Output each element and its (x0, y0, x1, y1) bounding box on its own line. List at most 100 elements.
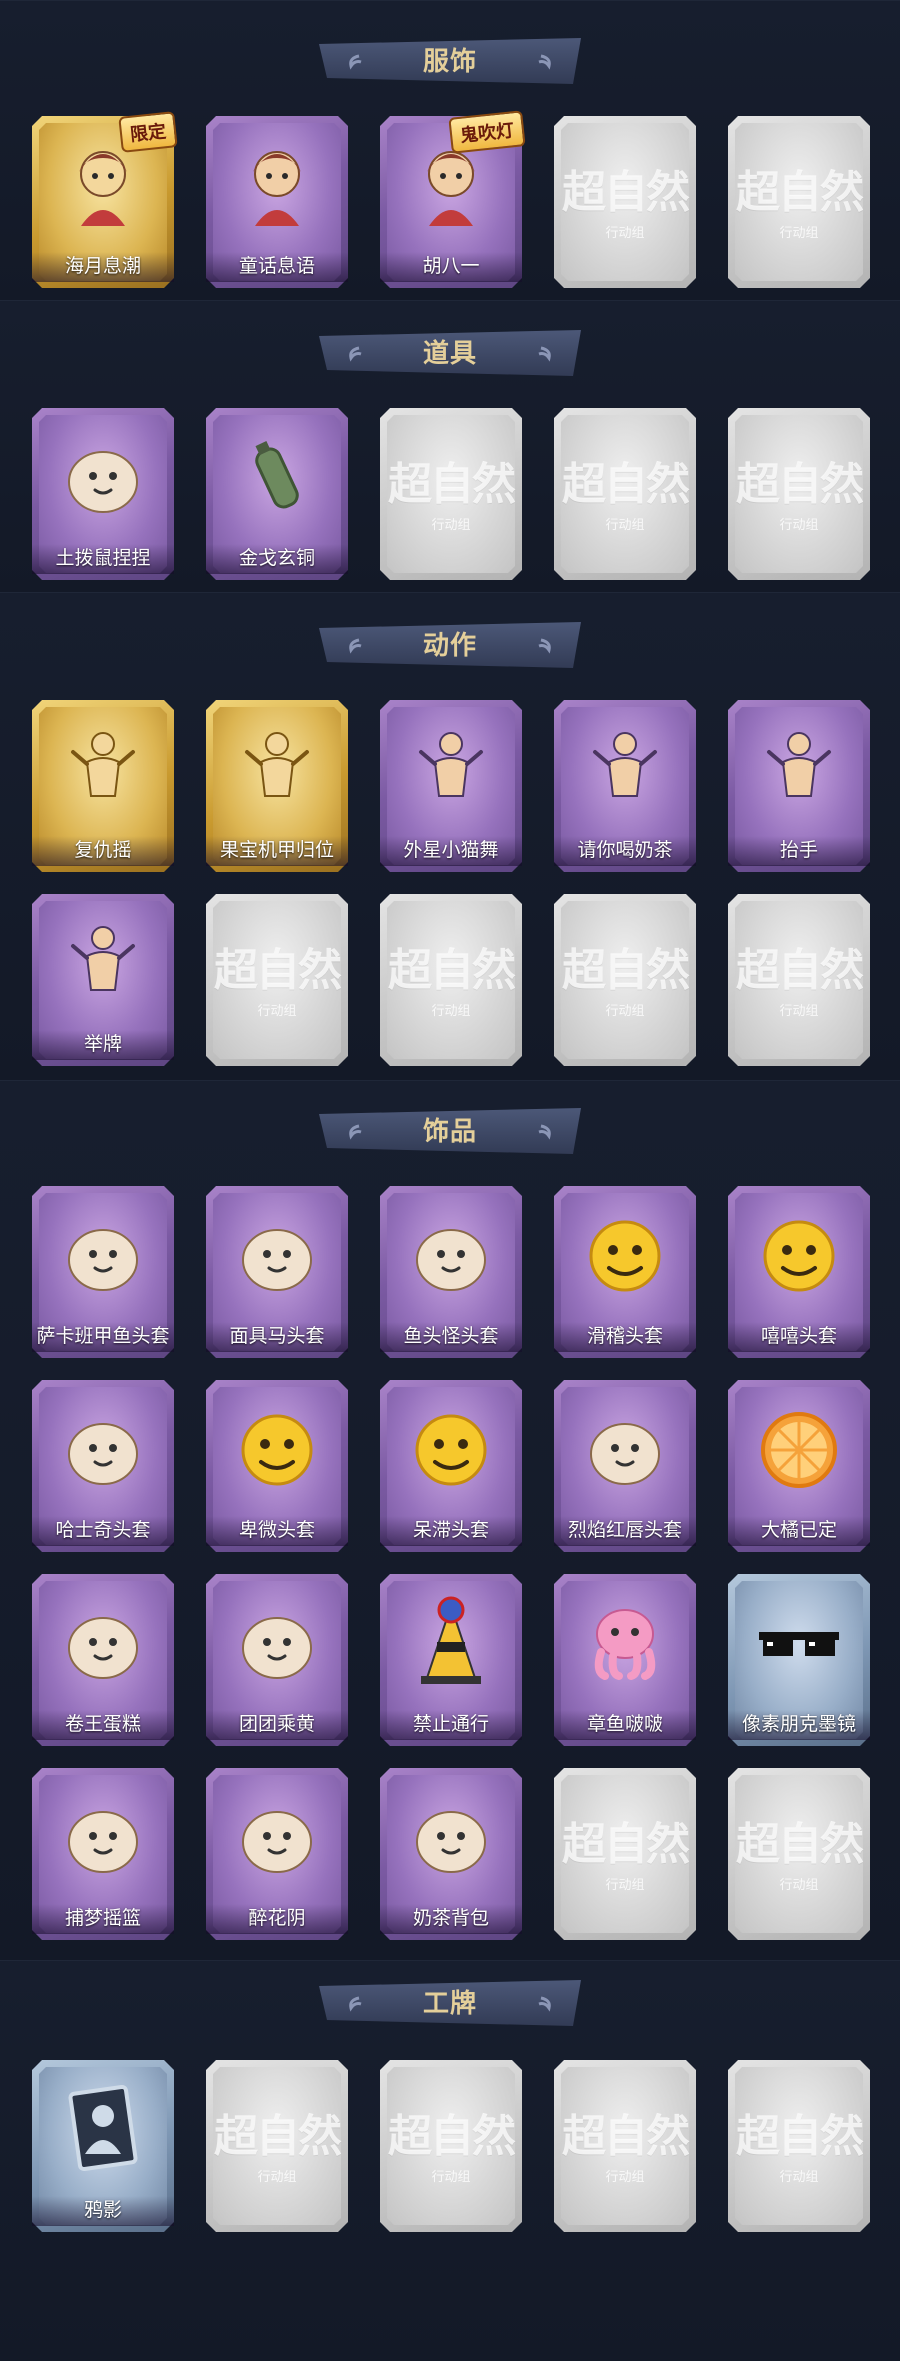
placeholder-logo: 超自然 行动组 (554, 448, 696, 533)
item-card[interactable]: 抬手 (728, 700, 870, 872)
item-name: 萨卡班甲鱼头套 (32, 1322, 174, 1352)
placeholder-logo-sub: 行动组 (605, 1003, 645, 1018)
item-card[interactable]: 土拨鼠捏捏 (32, 408, 174, 580)
item-card[interactable]: 复仇摇 (32, 700, 174, 872)
section-header: 动作 (319, 622, 581, 668)
empty-item-slot[interactable]: 超自然 行动组 (554, 408, 696, 580)
placeholder-logo-sub: 行动组 (431, 2169, 471, 2184)
item-card[interactable]: 奶茶背包 (380, 1768, 522, 1940)
bronze-grenade-icon (227, 426, 327, 531)
orange-slice-icon (749, 1398, 849, 1503)
item-card[interactable]: 举牌 (32, 894, 174, 1066)
item-card[interactable]: 果宝机甲归位 (206, 700, 348, 872)
item-name: 抬手 (728, 836, 870, 866)
placeholder-logo-sub: 行动组 (257, 2169, 297, 2184)
item-name: 海月息潮 (32, 252, 174, 282)
empty-item-slot[interactable]: 超自然 行动组 (728, 116, 870, 288)
item-card[interactable]: 外星小猫舞 (380, 700, 522, 872)
placeholder-logo: 超自然 行动组 (728, 156, 870, 241)
empty-item-slot[interactable]: 超自然 行动组 (554, 116, 696, 288)
item-card[interactable]: 呆滞头套 (380, 1380, 522, 1552)
item-card[interactable]: 禁止通行 (380, 1574, 522, 1746)
empty-item-slot[interactable]: 超自然 行动组 (380, 408, 522, 580)
husky-mask-icon (53, 1398, 153, 1503)
placeholder-logo-main: 超自然 (388, 459, 516, 510)
pixel-sunglasses-icon (749, 1592, 849, 1697)
item-name: 章鱼啵啵 (554, 1710, 696, 1740)
collection-page: 服饰 海月息潮 限定 童话息语 胡八一 鬼吹灯 超自然 行动组 超自然 行动组 道具 土拨鼠捏捏 金戈玄… (0, 0, 900, 2361)
item-card[interactable]: 滑稽头套 (554, 1186, 696, 1358)
placeholder-logo: 超自然 行动组 (728, 1808, 870, 1893)
item-card[interactable]: 章鱼啵啵 (554, 1574, 696, 1746)
item-name: 卷王蛋糕 (32, 1710, 174, 1740)
item-name: 禁止通行 (380, 1710, 522, 1740)
item-name: 请你喝奶茶 (554, 836, 696, 866)
traffic-cone-icon (401, 1592, 501, 1697)
item-card[interactable]: 萨卡班甲鱼头套 (32, 1186, 174, 1358)
dance-pose-icon (53, 718, 153, 823)
empty-item-slot[interactable]: 超自然 行动组 (206, 894, 348, 1066)
item-card[interactable]: 金戈玄铜 (206, 408, 348, 580)
empty-item-slot[interactable]: 超自然 行动组 (554, 894, 696, 1066)
item-card[interactable]: 捕梦摇篮 (32, 1768, 174, 1940)
item-card[interactable]: 童话息语 (206, 116, 348, 288)
item-card[interactable]: 请你喝奶茶 (554, 700, 696, 872)
empty-item-slot[interactable]: 超自然 行动组 (728, 1768, 870, 1940)
item-card[interactable]: 团团乘黄 (206, 1574, 348, 1746)
placeholder-logo: 超自然 行动组 (554, 934, 696, 1019)
item-name: 奶茶背包 (380, 1904, 522, 1934)
placeholder-logo: 超自然 行动组 (380, 2100, 522, 2185)
item-name: 金戈玄铜 (206, 544, 348, 574)
raise-hand-pose-icon (749, 718, 849, 823)
item-card[interactable]: 烈焰红唇头套 (554, 1380, 696, 1552)
empty-item-slot[interactable]: 超自然 行动组 (728, 2060, 870, 2232)
item-card[interactable]: 卷王蛋糕 (32, 1574, 174, 1746)
red-lips-mask-icon (575, 1398, 675, 1503)
dazed-face-mask-icon (401, 1398, 501, 1503)
item-card[interactable]: 海月息潮 限定 (32, 111, 178, 288)
item-card[interactable]: 鱼头怪头套 (380, 1186, 522, 1358)
item-card[interactable]: 鸦影 (32, 2060, 174, 2232)
item-card[interactable]: 像素朋克墨镜 (728, 1574, 870, 1746)
humble-face-mask-icon (227, 1398, 327, 1503)
item-card[interactable]: 嘻嘻头套 (728, 1186, 870, 1358)
placeholder-logo-sub: 行动组 (605, 1877, 645, 1892)
flower-hairpin-icon (227, 1786, 327, 1891)
marmot-toy-icon (53, 426, 153, 531)
placeholder-logo-main: 超自然 (562, 459, 690, 510)
placeholder-logo: 超自然 行动组 (728, 2100, 870, 2185)
item-name: 大橘已定 (728, 1516, 870, 1546)
placeholder-logo: 超自然 行动组 (380, 934, 522, 1019)
item-badge: 限定 (118, 111, 178, 153)
item-name: 哈士奇头套 (32, 1516, 174, 1546)
item-card[interactable]: 胡八一 鬼吹灯 (380, 110, 526, 288)
empty-item-slot[interactable]: 超自然 行动组 (380, 2060, 522, 2232)
item-card[interactable]: 面具马头套 (206, 1186, 348, 1358)
placeholder-logo-sub: 行动组 (431, 1003, 471, 1018)
item-card[interactable]: 醉花阴 (206, 1768, 348, 1940)
badge-portrait-icon (53, 2078, 153, 2183)
item-name: 醉花阴 (206, 1904, 348, 1934)
placeholder-logo-sub: 行动组 (779, 1003, 819, 1018)
placeholder-logo: 超自然 行动组 (554, 1808, 696, 1893)
placeholder-logo-main: 超自然 (214, 945, 342, 996)
cute-beast-icon (227, 1592, 327, 1697)
placeholder-logo-main: 超自然 (736, 2111, 864, 2162)
item-card[interactable]: 大橘已定 (728, 1380, 870, 1552)
empty-item-slot[interactable]: 超自然 行动组 (554, 1768, 696, 1940)
item-name: 胡八一 (380, 252, 522, 282)
empty-item-slot[interactable]: 超自然 行动组 (206, 2060, 348, 2232)
placeholder-logo-main: 超自然 (214, 2111, 342, 2162)
roll-cake-icon (53, 1592, 153, 1697)
grin-face-mask-icon (749, 1204, 849, 1309)
placeholder-logo-sub: 行动组 (605, 517, 645, 532)
empty-item-slot[interactable]: 超自然 行动组 (728, 408, 870, 580)
item-name: 复仇摇 (32, 836, 174, 866)
item-card[interactable]: 卑微头套 (206, 1380, 348, 1552)
empty-item-slot[interactable]: 超自然 行动组 (380, 894, 522, 1066)
empty-item-slot[interactable]: 超自然 行动组 (728, 894, 870, 1066)
placeholder-logo-main: 超自然 (562, 1819, 690, 1870)
empty-item-slot[interactable]: 超自然 行动组 (554, 2060, 696, 2232)
item-card[interactable]: 哈士奇头套 (32, 1380, 174, 1552)
item-name: 面具马头套 (206, 1322, 348, 1352)
